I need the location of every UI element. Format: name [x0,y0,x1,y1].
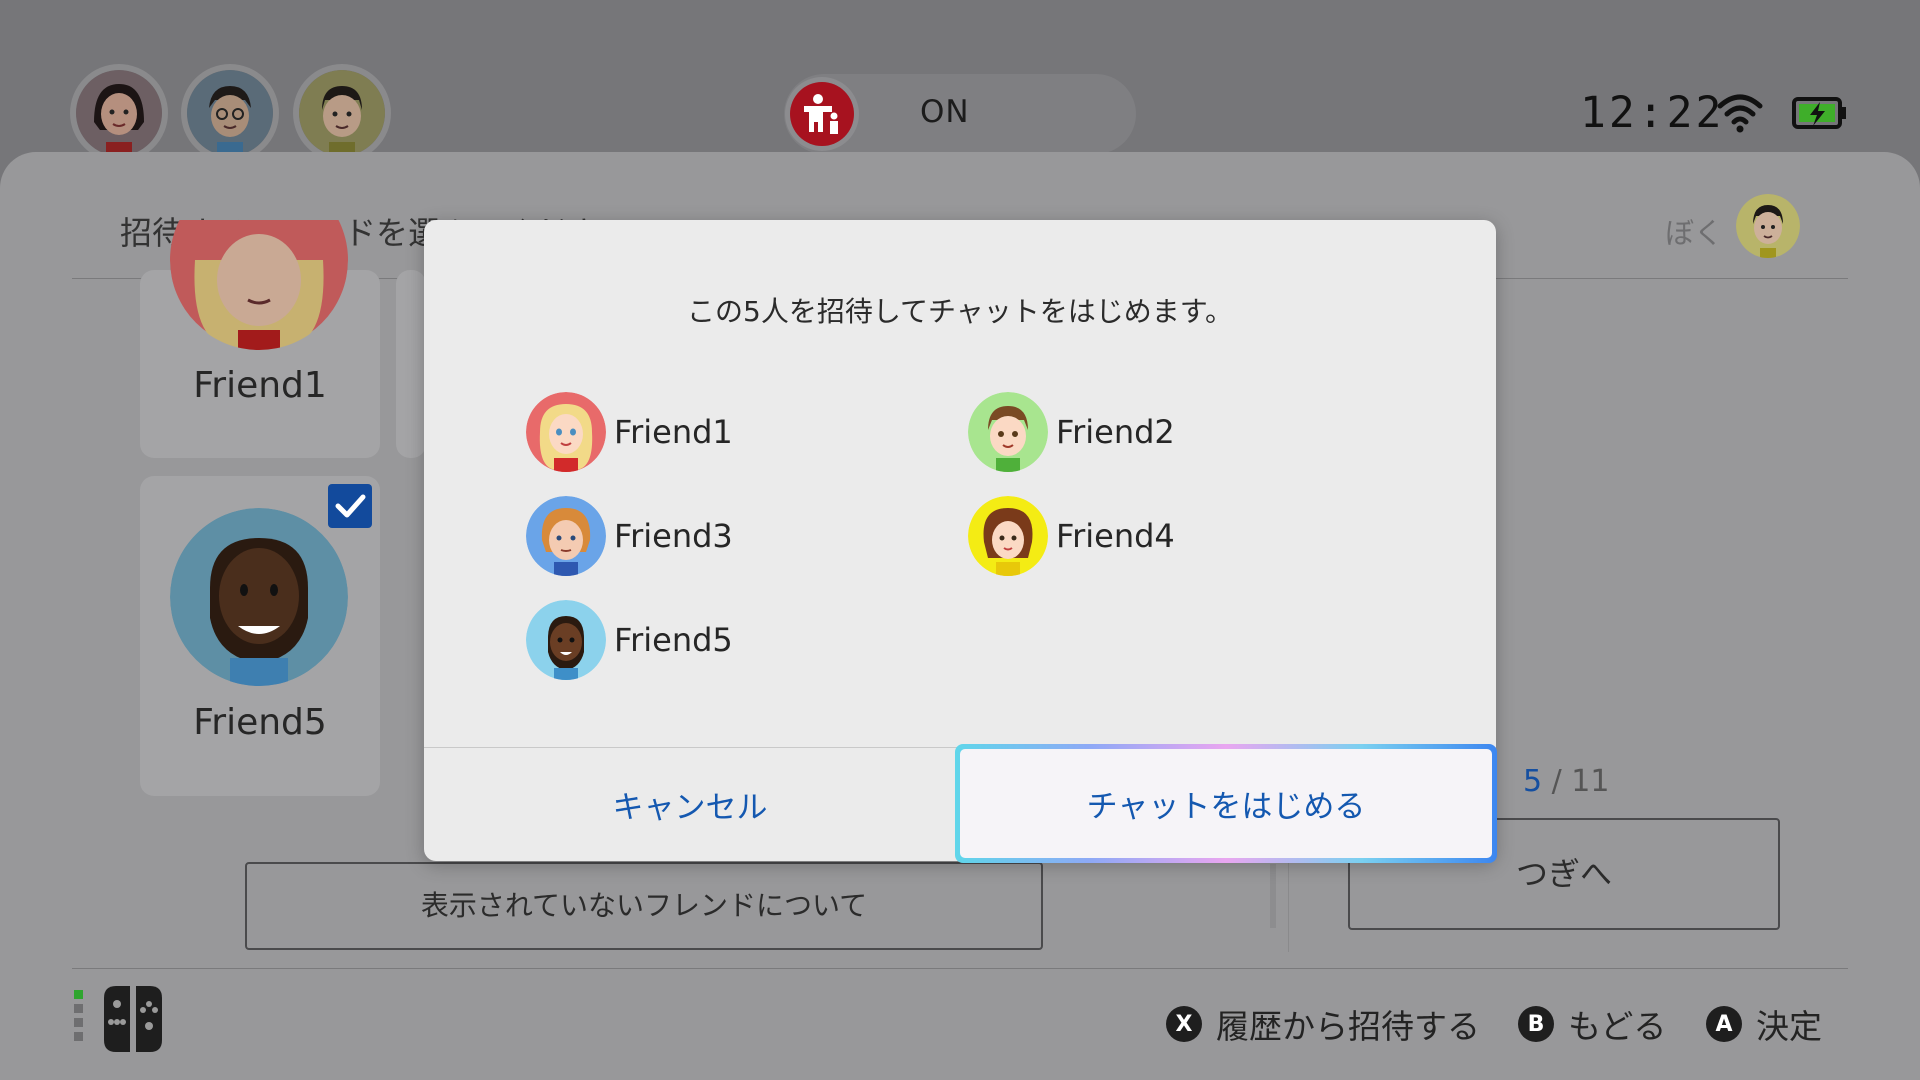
mii-avatar-icon [968,392,1048,472]
parental-controls-icon [790,82,854,146]
checkmark-icon [335,494,366,518]
friend-card-2-partial[interactable] [396,270,426,458]
dialog-friend-item: Friend3 [526,496,733,576]
mii-avatar-icon [526,600,606,680]
friend-avatar [968,392,1048,472]
mii-avatar-icon [968,496,1048,576]
player-led [74,1018,83,1027]
mii-avatar-icon [170,508,348,686]
b-button-icon: B [1518,1006,1554,1042]
user-avatar-1[interactable] [76,70,162,156]
player-led [74,990,83,999]
invite-from-history-action[interactable]: X 履歴から招待する [1166,1000,1480,1048]
friend-name: Friend1 [614,413,733,451]
dialog-friend-item: Friend2 [968,392,1175,472]
confirm-action[interactable]: A 決定 [1706,1000,1822,1048]
friend-name: Friend5 [614,621,733,659]
friend-avatar [526,600,606,680]
start-chat-label: チャットをはじめる [960,749,1492,858]
wifi-icon [1717,94,1763,133]
mii-avatar-icon [76,70,162,156]
friend-card-avatar [170,220,348,350]
dialog-friend-item: Friend4 [968,496,1175,576]
confirm-label: 決定 [1756,1007,1822,1046]
hidden-friends-info-button[interactable]: 表示されていないフレンドについて [245,862,1043,950]
dialog-friend-item: Friend5 [526,600,733,680]
player-led [74,1032,83,1041]
column-divider [1288,860,1289,952]
current-user-label: ぼく [1665,216,1724,250]
clock: 12:22 [1580,88,1725,138]
friend-name: Friend4 [1056,517,1175,555]
friend-avatar [526,392,606,472]
dialog-message: この5人を招待してチャットをはじめます。 [687,295,1233,328]
joycon-controller-icon [104,986,162,1052]
friend-name: Friend3 [614,517,733,555]
mii-avatar-icon [526,496,606,576]
friend-card-name: Friend5 [193,702,327,743]
mii-avatar-icon [187,70,273,156]
parental-controls-status: ON [920,94,970,130]
current-user-avatar [1736,194,1800,258]
selected-checkbox[interactable] [328,484,372,528]
start-chat-button[interactable]: チャットをはじめる [955,744,1497,863]
footer-divider [72,968,1848,969]
dialog-friend-item: Friend1 [526,392,733,472]
friend-avatar [526,496,606,576]
battery-icon [1792,97,1846,129]
friend-avatar [968,496,1048,576]
selection-total: 11 [1571,764,1610,799]
user-avatar-3[interactable] [299,70,385,156]
a-button-icon: A [1706,1006,1742,1042]
selection-count: 5 [1523,764,1543,799]
mii-avatar-icon [170,220,348,350]
cancel-button[interactable]: キャンセル [424,748,956,861]
mii-avatar-icon [299,70,385,156]
friend-card-1[interactable]: Friend1 [140,220,380,458]
friend-card-avatar [170,508,348,686]
scrollbar[interactable] [1270,864,1276,928]
friend-name: Friend2 [1056,413,1175,451]
user-avatar-2[interactable] [187,70,273,156]
player-led [74,1004,83,1013]
friend-card-name: Friend1 [193,365,327,406]
mii-avatar-icon [1736,194,1800,258]
counter-separator: / [1551,764,1562,799]
back-action[interactable]: B もどる [1518,1000,1666,1048]
invite-from-history-label: 履歴から招待する [1216,1007,1480,1046]
x-button-icon: X [1166,1006,1202,1042]
back-label: もどる [1568,1007,1667,1046]
mii-avatar-icon [526,392,606,472]
selection-counter: 5 / 11 [1523,764,1609,799]
